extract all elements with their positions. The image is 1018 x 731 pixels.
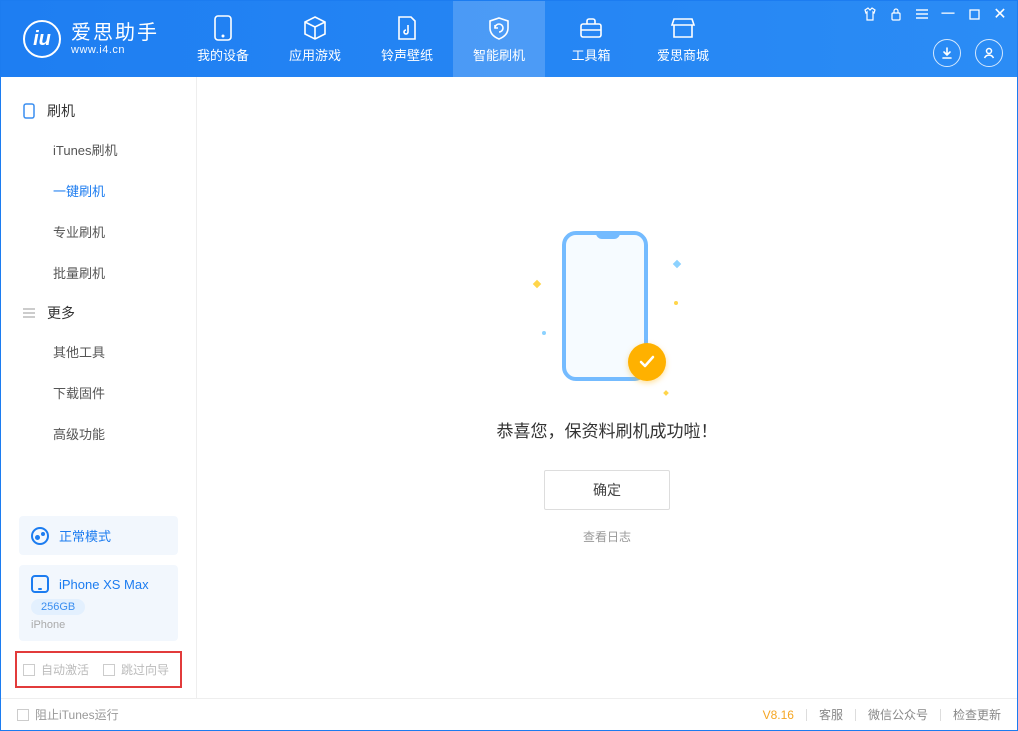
- footer-right: V8.16 客服 微信公众号 检查更新: [763, 706, 1001, 723]
- version-label: V8.16: [763, 708, 794, 722]
- list-icon: [21, 307, 37, 319]
- footer: 阻止iTunes运行 V8.16 客服 微信公众号 检查更新: [1, 698, 1017, 730]
- mode-icon: [31, 527, 49, 545]
- group-label: 更多: [47, 303, 75, 323]
- success-illustration: [552, 231, 662, 391]
- header: iu 爱思助手 www.i4.cn 我的设备 应用游戏: [1, 1, 1017, 77]
- header-actions: [933, 39, 1003, 67]
- window-controls-top: － ✕: [861, 5, 1009, 23]
- body: 刷机 iTunes刷机 一键刷机 专业刷机 批量刷机 更多 其他工具 下载固件 …: [1, 77, 1017, 698]
- device-icon: [31, 575, 49, 593]
- sidebar-item-itunes-flash[interactable]: iTunes刷机: [1, 129, 196, 170]
- mode-card[interactable]: 正常模式: [19, 516, 178, 555]
- tab-my-device[interactable]: 我的设备: [177, 1, 269, 77]
- logo-icon: iu: [23, 20, 61, 58]
- user-button[interactable]: [975, 39, 1003, 67]
- refresh-shield-icon: [486, 15, 512, 41]
- checkbox-icon: [103, 664, 115, 676]
- device-card[interactable]: iPhone XS Max 256GB iPhone: [19, 565, 178, 641]
- shirt-icon[interactable]: [861, 5, 879, 23]
- sidebar-scroll: 刷机 iTunes刷机 一键刷机 专业刷机 批量刷机 更多 其他工具 下载固件 …: [1, 77, 196, 506]
- cube-icon: [302, 15, 328, 41]
- device-cards: 正常模式 iPhone XS Max 256GB iPhone: [1, 506, 196, 651]
- checkbox-skip-guide[interactable]: 跳过向导: [103, 661, 169, 678]
- sidebar: 刷机 iTunes刷机 一键刷机 专业刷机 批量刷机 更多 其他工具 下载固件 …: [1, 77, 197, 698]
- lock-icon[interactable]: [887, 5, 905, 23]
- device-type: iPhone: [31, 619, 166, 631]
- divider: [806, 709, 807, 721]
- divider: [855, 709, 856, 721]
- footer-link-support[interactable]: 客服: [819, 706, 843, 723]
- music-file-icon: [394, 15, 420, 41]
- sidebar-item-download-firmware[interactable]: 下载固件: [1, 372, 196, 413]
- dot-icon: [674, 301, 678, 305]
- checkbox-label: 自动激活: [41, 661, 89, 678]
- app-window: iu 爱思助手 www.i4.cn 我的设备 应用游戏: [0, 0, 1018, 731]
- tab-label: 爱思商城: [657, 45, 709, 64]
- sidebar-item-pro-flash[interactable]: 专业刷机: [1, 211, 196, 252]
- menu-icon[interactable]: [913, 5, 931, 23]
- nav-tabs: 我的设备 应用游戏 铃声壁纸 智能刷机: [177, 1, 729, 77]
- sidebar-item-batch-flash[interactable]: 批量刷机: [1, 252, 196, 293]
- dot-icon: [542, 331, 546, 335]
- check-badge-icon: [628, 343, 666, 381]
- tab-ringtone-wallpaper[interactable]: 铃声壁纸: [361, 1, 453, 77]
- view-log-link[interactable]: 查看日志: [583, 528, 631, 545]
- tab-apps-games[interactable]: 应用游戏: [269, 1, 361, 77]
- tab-label: 铃声壁纸: [381, 45, 433, 64]
- tab-label: 应用游戏: [289, 45, 341, 64]
- checkbox-block-itunes[interactable]: 阻止iTunes运行: [17, 706, 119, 723]
- tab-label: 智能刷机: [473, 45, 525, 64]
- sparkle-icon: [533, 279, 541, 287]
- device-icon: [21, 103, 37, 119]
- checkbox-icon: [23, 664, 35, 676]
- tab-toolbox[interactable]: 工具箱: [545, 1, 637, 77]
- tab-smart-flash[interactable]: 智能刷机: [453, 1, 545, 77]
- close-button[interactable]: ✕: [991, 5, 1009, 23]
- logo-title: 爱思助手: [71, 22, 159, 44]
- logo-url: www.i4.cn: [71, 44, 159, 56]
- logo-text: 爱思助手 www.i4.cn: [71, 22, 159, 56]
- storage-badge: 256GB: [31, 599, 85, 615]
- sparkle-icon: [663, 390, 669, 396]
- logo-area: iu 爱思助手 www.i4.cn: [1, 1, 177, 77]
- toolbox-icon: [578, 15, 604, 41]
- sidebar-item-oneclick-flash[interactable]: 一键刷机: [1, 170, 196, 211]
- tab-label: 我的设备: [197, 45, 249, 64]
- sidebar-item-other-tools[interactable]: 其他工具: [1, 331, 196, 372]
- tab-store[interactable]: 爱思商城: [637, 1, 729, 77]
- checkbox-auto-activate[interactable]: 自动激活: [23, 661, 89, 678]
- highlighted-options: 自动激活 跳过向导: [15, 651, 182, 688]
- shop-icon: [670, 15, 696, 41]
- sidebar-group-flash: 刷机: [1, 91, 196, 129]
- sidebar-item-advanced[interactable]: 高级功能: [1, 413, 196, 454]
- checkbox-label: 跳过向导: [121, 661, 169, 678]
- ok-button[interactable]: 确定: [544, 470, 670, 510]
- footer-link-wechat[interactable]: 微信公众号: [868, 706, 928, 723]
- divider: [940, 709, 941, 721]
- download-button[interactable]: [933, 39, 961, 67]
- group-label: 刷机: [47, 101, 75, 121]
- mode-label: 正常模式: [59, 526, 111, 545]
- sparkle-icon: [673, 259, 681, 267]
- device-name: iPhone XS Max: [59, 577, 149, 592]
- sidebar-group-more: 更多: [1, 293, 196, 331]
- footer-link-update[interactable]: 检查更新: [953, 706, 1001, 723]
- checkbox-label: 阻止iTunes运行: [35, 706, 119, 723]
- checkbox-icon: [17, 709, 29, 721]
- main-content: 恭喜您，保资料刷机成功啦！ 确定 查看日志: [197, 77, 1017, 698]
- phone-icon: [210, 15, 236, 41]
- maximize-button[interactable]: [965, 5, 983, 23]
- success-message: 恭喜您，保资料刷机成功啦！: [497, 417, 718, 442]
- tab-label: 工具箱: [571, 45, 610, 64]
- minimize-button[interactable]: －: [939, 5, 957, 23]
